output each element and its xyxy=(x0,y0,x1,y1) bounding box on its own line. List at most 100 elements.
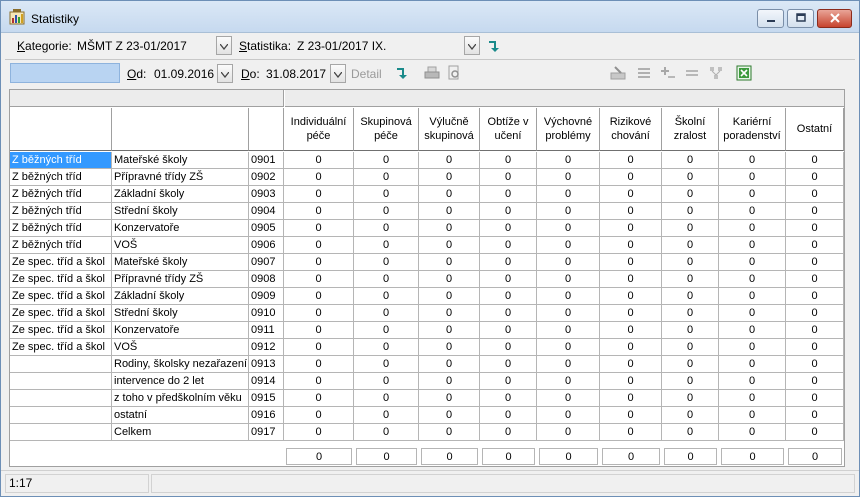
print-preview-icon[interactable] xyxy=(445,65,463,81)
value-cell[interactable]: 0 xyxy=(719,424,786,441)
value-cell[interactable]: 0 xyxy=(719,237,786,254)
value-cell[interactable]: 0 xyxy=(719,186,786,203)
value-cell[interactable]: 0 xyxy=(419,305,480,322)
row-group-cell[interactable]: Z běžných tříd xyxy=(10,237,112,254)
value-cell[interactable]: 0 xyxy=(284,254,354,271)
value-cell[interactable]: 0 xyxy=(662,373,719,390)
value-cell[interactable]: 0 xyxy=(600,203,662,220)
value-cell[interactable]: 0 xyxy=(662,271,719,288)
value-cell[interactable]: 0 xyxy=(354,288,419,305)
row-code-cell[interactable]: 0917 xyxy=(249,424,284,441)
value-cell[interactable]: 0 xyxy=(786,288,844,305)
value-cell[interactable]: 0 xyxy=(419,424,480,441)
value-cell[interactable]: 0 xyxy=(662,390,719,407)
row-group-cell[interactable]: Z běžných tříd xyxy=(10,186,112,203)
value-cell[interactable]: 0 xyxy=(480,203,537,220)
value-cell[interactable]: 0 xyxy=(480,407,537,424)
row-code-cell[interactable]: 0916 xyxy=(249,407,284,424)
value-cell[interactable]: 0 xyxy=(662,305,719,322)
value-cell[interactable]: 0 xyxy=(600,356,662,373)
value-cell[interactable]: 0 xyxy=(354,373,419,390)
value-cell[interactable]: 0 xyxy=(480,339,537,356)
value-cell[interactable]: 0 xyxy=(600,271,662,288)
statistic-combo-value[interactable]: Z 23-01/2017 IX. xyxy=(297,39,386,53)
value-cell[interactable]: 0 xyxy=(537,407,600,424)
value-cell[interactable]: 0 xyxy=(354,390,419,407)
value-cell[interactable]: 0 xyxy=(419,169,480,186)
value-cell[interactable]: 0 xyxy=(480,424,537,441)
row-code-cell[interactable]: 0913 xyxy=(249,356,284,373)
row-name-cell[interactable]: Základní školy xyxy=(112,288,249,305)
row-name-cell[interactable]: Rodiny, školsky nezařazení xyxy=(112,356,249,373)
detail-button[interactable]: Detail xyxy=(351,67,382,81)
row-name-cell[interactable]: Přípravné třídy ZŠ xyxy=(112,169,249,186)
value-cell[interactable]: 0 xyxy=(719,356,786,373)
add-row-icon[interactable] xyxy=(659,65,677,81)
grid-settings-icon[interactable] xyxy=(635,65,653,81)
value-cell[interactable]: 0 xyxy=(600,322,662,339)
value-cell[interactable]: 0 xyxy=(537,305,600,322)
value-cell[interactable]: 0 xyxy=(662,288,719,305)
value-cell[interactable]: 0 xyxy=(284,373,354,390)
from-date-dropdown[interactable] xyxy=(217,64,233,83)
value-cell[interactable]: 0 xyxy=(537,203,600,220)
value-cell[interactable]: 0 xyxy=(354,407,419,424)
value-cell[interactable]: 0 xyxy=(600,237,662,254)
value-cell[interactable]: 0 xyxy=(600,424,662,441)
value-cell[interactable]: 0 xyxy=(480,220,537,237)
value-cell[interactable]: 0 xyxy=(786,390,844,407)
maximize-button[interactable] xyxy=(787,9,814,28)
row-group-cell[interactable]: Ze spec. tříd a škol xyxy=(10,254,112,271)
value-cell[interactable]: 0 xyxy=(537,169,600,186)
value-cell[interactable]: 0 xyxy=(719,373,786,390)
value-cell[interactable]: 0 xyxy=(419,356,480,373)
row-code-cell[interactable]: 0912 xyxy=(249,339,284,356)
value-cell[interactable]: 0 xyxy=(719,322,786,339)
row-group-cell[interactable]: Z běžných tříd xyxy=(10,220,112,237)
value-cell[interactable]: 0 xyxy=(480,305,537,322)
value-cell[interactable]: 0 xyxy=(284,186,354,203)
column-header[interactable]: Školní zralost xyxy=(662,108,719,151)
value-cell[interactable]: 0 xyxy=(284,356,354,373)
value-cell[interactable]: 0 xyxy=(600,407,662,424)
value-cell[interactable]: 0 xyxy=(537,254,600,271)
value-cell[interactable]: 0 xyxy=(537,152,600,169)
value-cell[interactable]: 0 xyxy=(284,203,354,220)
row-group-cell[interactable]: Ze spec. tříd a škol xyxy=(10,271,112,288)
value-cell[interactable]: 0 xyxy=(786,407,844,424)
value-cell[interactable]: 0 xyxy=(284,305,354,322)
value-cell[interactable]: 0 xyxy=(786,339,844,356)
value-cell[interactable]: 0 xyxy=(719,407,786,424)
row-name-cell[interactable]: Mateřské školy xyxy=(112,254,249,271)
value-cell[interactable]: 0 xyxy=(600,254,662,271)
value-cell[interactable]: 0 xyxy=(419,220,480,237)
value-cell[interactable]: 0 xyxy=(537,271,600,288)
value-cell[interactable]: 0 xyxy=(419,152,480,169)
value-cell[interactable]: 0 xyxy=(662,339,719,356)
category-dropdown-button[interactable] xyxy=(216,36,232,55)
row-name-cell[interactable]: Střední školy xyxy=(112,305,249,322)
value-cell[interactable]: 0 xyxy=(786,322,844,339)
value-cell[interactable]: 0 xyxy=(786,169,844,186)
row-group-cell[interactable]: Ze spec. tříd a škol xyxy=(10,288,112,305)
value-cell[interactable]: 0 xyxy=(600,152,662,169)
value-cell[interactable]: 0 xyxy=(480,356,537,373)
column-header[interactable]: Individuální péče xyxy=(284,108,354,151)
row-group-cell[interactable]: Ze spec. tříd a škol xyxy=(10,322,112,339)
value-cell[interactable]: 0 xyxy=(662,186,719,203)
value-cell[interactable]: 0 xyxy=(419,373,480,390)
remove-row-icon[interactable] xyxy=(683,65,701,81)
row-code-cell[interactable]: 0903 xyxy=(249,186,284,203)
row-group-cell[interactable] xyxy=(10,424,112,441)
value-cell[interactable]: 0 xyxy=(719,169,786,186)
row-name-cell[interactable]: Konzervatoře xyxy=(112,220,249,237)
value-cell[interactable]: 0 xyxy=(662,407,719,424)
from-date-value[interactable]: 01.09.2016 xyxy=(154,67,214,81)
column-header[interactable]: Kariérní poradenství xyxy=(719,108,786,151)
value-cell[interactable]: 0 xyxy=(419,339,480,356)
value-cell[interactable]: 0 xyxy=(537,339,600,356)
value-cell[interactable]: 0 xyxy=(600,390,662,407)
value-cell[interactable]: 0 xyxy=(662,220,719,237)
value-cell[interactable]: 0 xyxy=(480,373,537,390)
row-code-cell[interactable]: 0907 xyxy=(249,254,284,271)
